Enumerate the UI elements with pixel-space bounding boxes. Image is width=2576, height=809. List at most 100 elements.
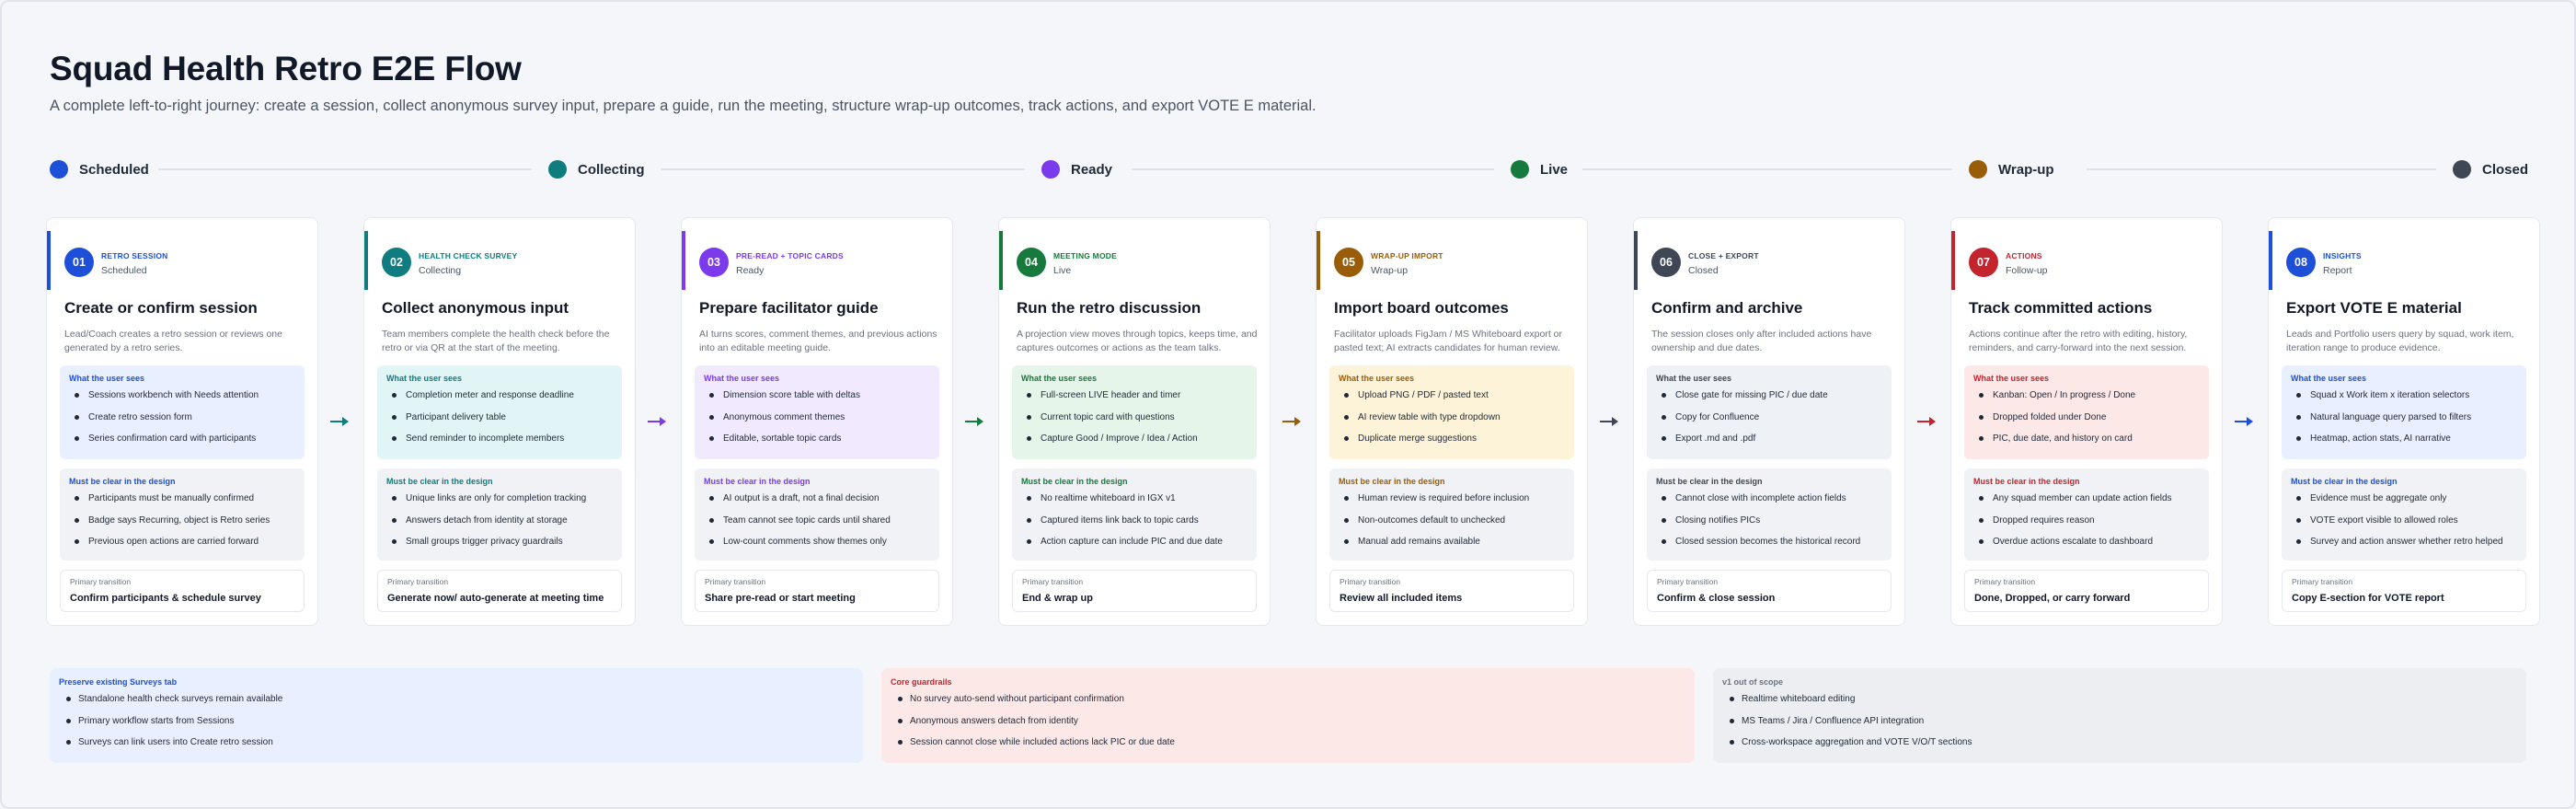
- user-sees-box: What the user sees Full-screen LIVE heade…: [1012, 365, 1257, 459]
- list-item: Close gate for missing PIC / due date: [1656, 390, 1882, 412]
- list-item: Participants must be manually confirmed: [69, 493, 295, 515]
- list-item: Anonymous answers detach from identity: [891, 716, 1685, 738]
- card-kicker: Wrap-up import: [1371, 251, 1443, 260]
- list-item: Realtime whiteboard editing: [1722, 694, 2517, 716]
- transition-label: Primary transition: [1340, 577, 1401, 586]
- user-sees-list: Upload PNG / PDF / pasted text AI review …: [1339, 390, 1565, 456]
- card-accent-bar: [1951, 231, 1955, 290]
- status-step-wrap-up: Wrap-up: [1969, 158, 2054, 180]
- card-description: Facilitator uploads FigJam / MS Whiteboa…: [1334, 329, 1563, 353]
- list-item: Closed session becomes the historical re…: [1656, 537, 1882, 559]
- stage-card: 03 Pre-read + topic cards Ready Prepare fac…: [681, 217, 953, 626]
- primary-transition: Primary transition Review all included it…: [1329, 570, 1574, 612]
- list-item: Completion meter and response deadline: [386, 390, 613, 412]
- card-description: Lead/Coach creates a retro session or re…: [64, 329, 282, 353]
- step-number-badge: 05: [1334, 248, 1363, 277]
- step-number-badge: 08: [2286, 248, 2316, 277]
- list-item: Action capture can include PIC and due d…: [1021, 537, 1248, 559]
- list-item: Squad x Work item x iteration selectors: [2291, 390, 2517, 412]
- design-clarity-heading: Must be clear in the design: [1339, 477, 1445, 486]
- list-item: Copy for Confluence: [1656, 412, 1882, 434]
- transition-action: Share pre-read or start meeting: [705, 593, 856, 604]
- card-state: Live: [1053, 265, 1072, 276]
- panel-list: Realtime whiteboard editing MS Teams / Ji…: [1722, 694, 2517, 759]
- transition-label: Primary transition: [70, 577, 132, 586]
- design-clarity-box: Must be clear in the design Unique links …: [377, 468, 622, 561]
- status-label: Wrap-up: [1998, 161, 2054, 178]
- card-state: Follow-up: [2006, 265, 2048, 276]
- user-sees-list: Close gate for missing PIC / due date Cop…: [1656, 390, 1882, 456]
- card-state: Report: [2323, 265, 2352, 276]
- primary-transition: Primary transition Done, Dropped, or carr…: [1964, 570, 2209, 612]
- transition-label: Primary transition: [1974, 577, 2036, 586]
- status-step-ready: Ready: [1041, 158, 1112, 180]
- user-sees-heading: What the user sees: [386, 374, 463, 383]
- transition-action: Copy E-section for VOTE report: [2292, 593, 2444, 604]
- list-item: Session cannot close while included acti…: [891, 737, 1685, 759]
- card-title: Run the retro discussion: [1017, 299, 1202, 317]
- list-item: Participant delivery table: [386, 412, 613, 434]
- flow-arrow: [1599, 414, 1619, 429]
- panel-heading: Core guardrails: [891, 677, 952, 687]
- panel-list: Standalone health check surveys remain a…: [59, 694, 854, 759]
- list-item: Dimension score table with deltas: [704, 390, 930, 412]
- card-state: Wrap-up: [1371, 265, 1409, 276]
- list-item: Natural language query parsed to filters: [2291, 412, 2517, 434]
- user-sees-box: What the user sees Kanban: Open / In prog…: [1964, 365, 2209, 459]
- transition-action: Confirm participants & schedule survey: [70, 593, 261, 604]
- flow-canvas: Squad Health Retro E2E Flow A complete l…: [0, 0, 2576, 809]
- list-item: Previous open actions are carried forwar…: [69, 537, 295, 559]
- transition-action: Confirm & close session: [1657, 593, 1776, 604]
- stage-card: 02 Health check survey Collecting Collect a…: [363, 217, 636, 626]
- list-item: Kanban: Open / In progress / Done: [1973, 390, 2200, 412]
- stage-card: 07 Actions Follow-up Track committed action…: [1950, 217, 2223, 626]
- card-description: Leads and Portfolio users query by squad…: [2286, 329, 2514, 353]
- card-description: AI turns scores, comment themes, and pre…: [699, 329, 937, 353]
- primary-transition: Primary transition Share pre-read or star…: [695, 570, 939, 612]
- card-description: Team members complete the health check b…: [382, 329, 610, 353]
- list-item: Cross-workspace aggregation and VOTE V/O…: [1722, 737, 2517, 759]
- status-step-scheduled: Scheduled: [50, 158, 149, 180]
- user-sees-box: What the user sees Close gate for missing…: [1647, 365, 1892, 459]
- design-clarity-box: Must be clear in the design AI output is …: [695, 468, 939, 561]
- status-dot: [1969, 160, 1987, 179]
- status-label: Scheduled: [79, 161, 149, 178]
- card-accent-bar: [2269, 231, 2272, 290]
- step-number-badge: 03: [699, 248, 729, 277]
- user-sees-list: Sessions workbench with Needs attention C…: [69, 390, 295, 456]
- step-number-badge: 07: [1969, 248, 1998, 277]
- user-sees-list: Dimension score table with deltas Anonymo…: [704, 390, 930, 456]
- design-clarity-list: Evidence must be aggregate only VOTE expo…: [2291, 493, 2517, 559]
- status-label: Collecting: [578, 161, 645, 178]
- panel-heading: Preserve existing Surveys tab: [59, 677, 178, 687]
- flow-arrow: [329, 414, 350, 429]
- panel-heading: v1 out of scope: [1722, 677, 1784, 687]
- stage-card: 05 Wrap-up import Wrap-up Import board outc…: [1316, 217, 1588, 626]
- page-subtitle: A complete left-to-right journey: create…: [50, 98, 1317, 114]
- design-clarity-list: Any squad member can update action field…: [1973, 493, 2200, 559]
- user-sees-heading: What the user sees: [1339, 374, 1415, 383]
- status-connector: [661, 168, 1025, 170]
- design-clarity-box: Must be clear in the design No realtime w…: [1012, 468, 1257, 561]
- list-item: Full-screen LIVE header and timer: [1021, 390, 1248, 412]
- primary-transition: Primary transition End & wrap up: [1012, 570, 1257, 612]
- transition-label: Primary transition: [1022, 577, 1084, 586]
- step-number-badge: 02: [382, 248, 411, 277]
- list-item: Capture Good / Improve / Idea / Action: [1021, 433, 1248, 456]
- card-title: Prepare facilitator guide: [699, 299, 879, 317]
- status-step-live: Live: [1511, 158, 1568, 180]
- card-title: Create or confirm session: [64, 299, 258, 317]
- card-title: Track committed actions: [1969, 299, 2153, 317]
- design-clarity-box: Must be clear in the design Participants …: [60, 468, 305, 561]
- flow-arrow: [647, 414, 667, 429]
- design-clarity-heading: Must be clear in the design: [1021, 477, 1128, 486]
- status-connector: [158, 168, 532, 170]
- card-state: Ready: [736, 265, 765, 276]
- list-item: Team cannot see topic cards until shared: [704, 515, 930, 537]
- card-title: Collect anonymous input: [382, 299, 569, 317]
- card-description: The session closes only after included a…: [1651, 329, 1872, 353]
- status-step-closed: Closed: [2453, 158, 2528, 180]
- list-item: Unique links are only for completion tra…: [386, 493, 613, 515]
- primary-transition: Primary transition Confirm & close sessio…: [1647, 570, 1892, 612]
- design-clarity-list: Participants must be manually confirmed B…: [69, 493, 295, 559]
